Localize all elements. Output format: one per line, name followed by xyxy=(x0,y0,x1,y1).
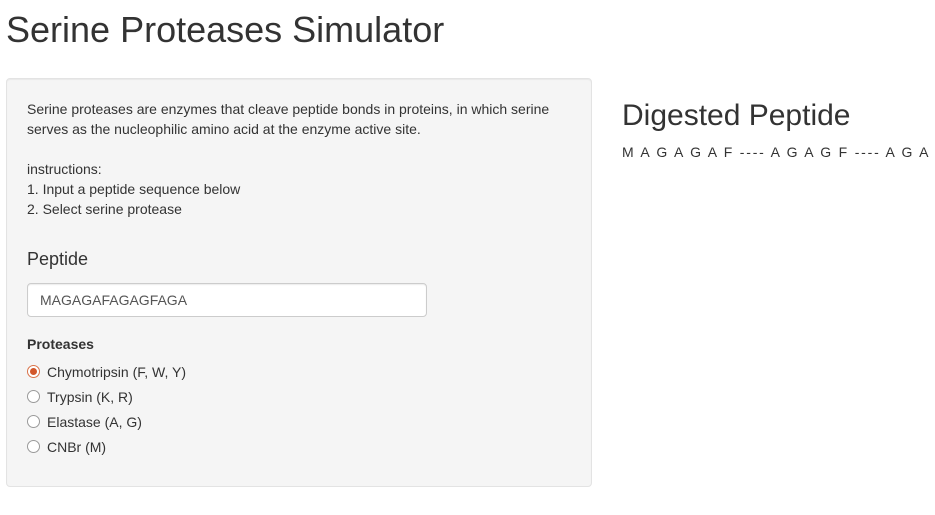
proteases-label: Proteases xyxy=(27,336,94,352)
page-title: Serine Proteases Simulator xyxy=(6,9,445,50)
radio-label: CNBr (M) xyxy=(47,438,107,455)
instructions-heading: instructions: xyxy=(27,161,102,177)
proteases-radio-group: Chymotripsin (F, W, Y) Trypsin (K, R) El… xyxy=(27,359,186,459)
digested-peptide-output: M A G A G A F ---- A G A G F ---- A G A … xyxy=(622,144,935,160)
radio-button[interactable] xyxy=(27,440,40,453)
radio-label: Trypsin (K, R) xyxy=(47,388,133,405)
description-line: serves as the nucleophilic amino acid at… xyxy=(27,121,421,137)
radio-button-checked[interactable] xyxy=(27,365,40,378)
radio-option-trypsin[interactable]: Trypsin (K, R) xyxy=(27,384,186,409)
radio-label: Chymotripsin (F, W, Y) xyxy=(47,363,186,380)
instruction-step: 1. Input a peptide sequence below xyxy=(27,181,241,197)
result-title: Digested Peptide xyxy=(622,99,851,132)
radio-option-chymotripsin[interactable]: Chymotripsin (F, W, Y) xyxy=(27,359,186,384)
peptide-label: Peptide xyxy=(27,249,89,269)
description-line: Serine proteases are enzymes that cleave… xyxy=(27,101,550,117)
radio-option-elastase[interactable]: Elastase (A, G) xyxy=(27,409,186,434)
peptide-input[interactable] xyxy=(27,283,427,317)
radio-option-cnbr[interactable]: CNBr (M) xyxy=(27,434,186,459)
radio-button[interactable] xyxy=(27,390,40,403)
sidebar-panel: Serine proteases are enzymes that cleave… xyxy=(6,78,592,487)
description-text: Serine proteases are enzymes that cleave… xyxy=(27,99,577,219)
instruction-step: 2. Select serine protease xyxy=(27,201,182,217)
radio-button[interactable] xyxy=(27,415,40,428)
radio-label: Elastase (A, G) xyxy=(47,413,142,430)
